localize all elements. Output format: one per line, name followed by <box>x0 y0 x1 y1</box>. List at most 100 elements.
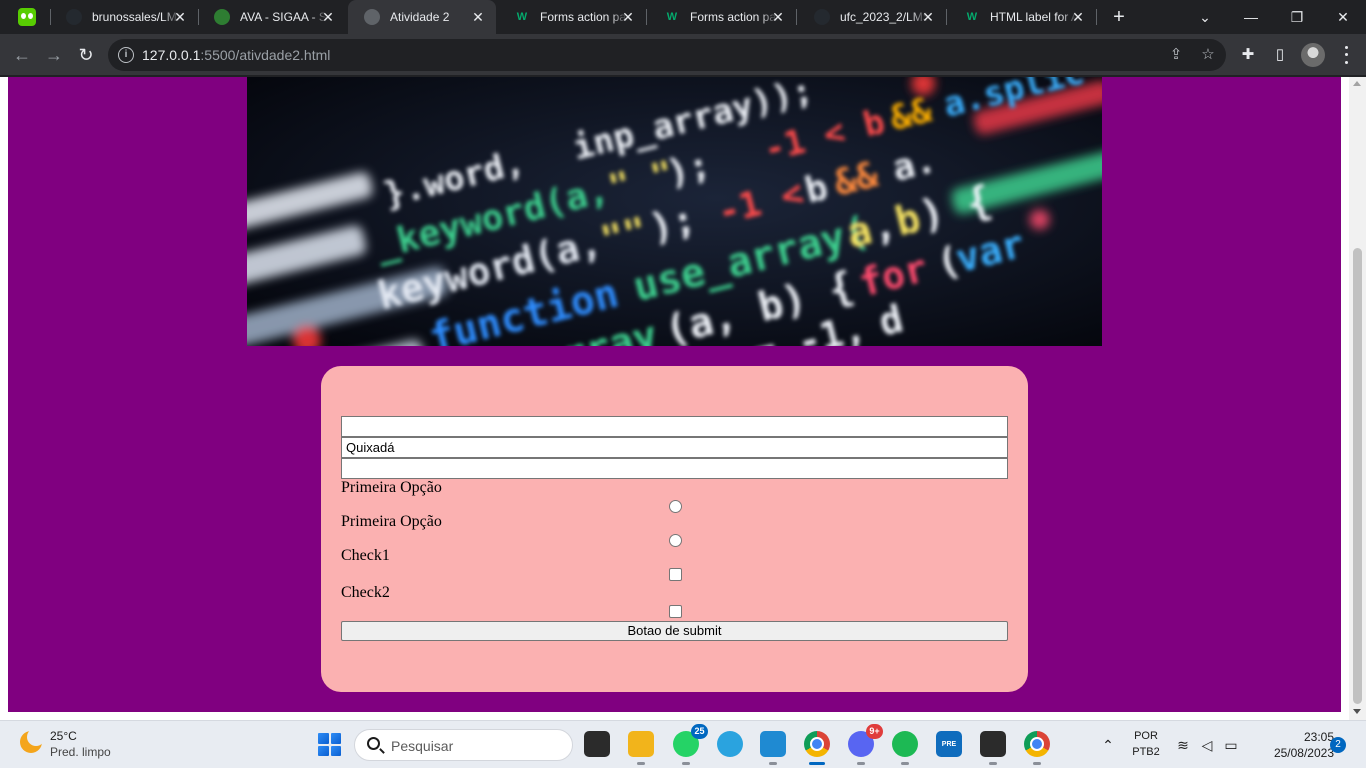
vscode-icon[interactable] <box>760 731 786 765</box>
github-icon <box>66 9 82 25</box>
submit-button[interactable]: Botao de submit <box>341 621 1008 641</box>
site-info-icon[interactable]: i <box>118 47 134 63</box>
check-1-label: Check1 <box>341 547 390 564</box>
radio-2-label: Primeira Opção <box>341 513 442 530</box>
chevron-up-icon[interactable]: ⌃ <box>1099 736 1117 754</box>
language-code[interactable]: POR <box>1128 730 1164 742</box>
close-icon[interactable]: ✕ <box>770 9 786 25</box>
checkbox-1[interactable] <box>669 568 682 581</box>
tab-github-lms[interactable]: brunossales/LMS ✕ <box>50 0 198 34</box>
extensions-puzzle-icon[interactable]: ✚ <box>1237 44 1259 66</box>
code-banner-image: }.word, inp_array)); _keyword(a, " " ); … <box>247 77 1102 346</box>
bookmark-star-icon[interactable]: ☆ <box>1198 45 1218 65</box>
terminal-icon[interactable] <box>980 731 1006 765</box>
address-bar[interactable]: i 127.0.0.1:5500/ativdade2.html ⇪ ☆ <box>108 39 1226 71</box>
tab-ava-sigaa[interactable]: AVA - SIGAA - Sis ✕ <box>198 0 346 34</box>
w3schools-icon: W <box>666 11 678 23</box>
tab-ufc-lms[interactable]: ufc_2023_2/LMS ✕ <box>798 0 946 34</box>
text-field-3[interactable] <box>341 458 1008 479</box>
profile-avatar[interactable] <box>1301 43 1325 67</box>
close-window-button[interactable]: ✕ <box>1320 0 1366 34</box>
taskbar-search-box[interactable]: Pesquisar <box>354 729 573 761</box>
tab-separator <box>796 9 797 25</box>
arrow-right-icon: → <box>45 45 63 65</box>
weather-moon-icon[interactable] <box>20 728 45 753</box>
close-icon[interactable]: ✕ <box>172 9 188 25</box>
tab-forms-action-2[interactable]: W Forms action para ✕ <box>648 0 796 34</box>
arrow-left-icon: ← <box>13 45 31 65</box>
search-placeholder: Pesquisar <box>391 738 454 754</box>
tab-title: Atividade 2 <box>390 10 450 24</box>
task-view-icon[interactable] <box>584 731 610 757</box>
weather-temperature[interactable]: 25°C <box>50 729 77 743</box>
start-button[interactable] <box>318 733 341 756</box>
sigaa-crest-icon <box>214 9 230 25</box>
discord-badge: 9+ <box>866 724 883 739</box>
spotify-icon[interactable] <box>892 731 918 765</box>
new-tab-button[interactable]: + <box>1108 6 1130 28</box>
restore-button[interactable]: ❐ <box>1274 0 1320 34</box>
tab-title: HTML label for At <box>990 10 1078 24</box>
forward-button[interactable]: → <box>42 43 66 67</box>
text-field-1[interactable] <box>341 416 1008 437</box>
chevron-down-icon: ⌄ <box>1199 8 1211 25</box>
keyboard-layout[interactable]: PTB2 <box>1128 746 1164 758</box>
volume-icon[interactable]: ◁ <box>1198 736 1216 754</box>
w3schools-icon: W <box>516 11 528 23</box>
whatsapp-icon[interactable]: 25 <box>673 724 708 765</box>
page-viewport: }.word, inp_array)); _keyword(a, " " ); … <box>0 77 1366 720</box>
discord-icon[interactable]: 9+ <box>848 724 883 765</box>
back-button[interactable]: ← <box>10 43 34 67</box>
close-icon[interactable]: ✕ <box>320 9 336 25</box>
tab-title: brunossales/LMS <box>92 10 180 24</box>
chrome-secondary-icon[interactable] <box>1024 731 1050 765</box>
close-icon[interactable]: ✕ <box>470 9 486 25</box>
page-scrollbar[interactable] <box>1349 77 1366 720</box>
close-icon: ✕ <box>1337 8 1349 25</box>
restore-icon: ❐ <box>1290 8 1304 25</box>
tab-title: AVA - SIGAA - Sis <box>240 10 328 24</box>
tab-title: ufc_2023_2/LMS <box>840 10 928 24</box>
outlook-preview-icon[interactable]: PRE <box>936 731 962 757</box>
scrollbar-thumb[interactable] <box>1353 248 1362 704</box>
telegram-icon[interactable] <box>717 731 743 757</box>
chrome-menu-button[interactable] <box>1342 44 1350 66</box>
radio-option-2[interactable] <box>669 534 682 547</box>
minimize-button[interactable]: — <box>1228 0 1274 34</box>
battery-icon[interactable]: ▭ <box>1222 736 1240 754</box>
reload-icon: ↻ <box>78 45 94 65</box>
reload-button[interactable]: ↻ <box>74 43 98 67</box>
code-banner-graphic: }.word, inp_array)); _keyword(a, " " ); … <box>247 77 1102 346</box>
side-panel-icon[interactable]: ▯ <box>1269 44 1291 66</box>
city-field[interactable] <box>341 437 1008 458</box>
tab-forms-action-1[interactable]: W Forms action para ✕ <box>498 0 646 34</box>
minimize-icon: — <box>1244 9 1258 25</box>
radio-option-1[interactable] <box>669 500 682 513</box>
scroll-up-arrow-icon[interactable] <box>1353 81 1361 86</box>
tab-title: Forms action para <box>690 10 778 24</box>
tab-separator <box>646 9 647 25</box>
wifi-icon[interactable]: ≋ <box>1174 736 1192 754</box>
share-icon[interactable]: ⇪ <box>1166 45 1186 65</box>
close-icon[interactable]: ✕ <box>620 9 636 25</box>
notification-count-badge[interactable]: 2 <box>1330 737 1346 753</box>
close-icon[interactable]: ✕ <box>920 9 936 25</box>
close-icon[interactable]: ✕ <box>1070 9 1086 25</box>
weather-description[interactable]: Pred. limpo <box>50 745 111 759</box>
url-path: :5500/ativdade2.html <box>200 47 331 63</box>
clock-date[interactable]: 25/08/2023 <box>1252 746 1334 760</box>
url-text[interactable]: 127.0.0.1:5500/ativdade2.html <box>142 47 330 63</box>
globe-icon <box>364 9 380 25</box>
tab-separator <box>1096 9 1097 25</box>
chrome-icon[interactable] <box>804 731 830 765</box>
file-explorer-icon[interactable] <box>628 731 654 765</box>
checkbox-2[interactable] <box>669 605 682 618</box>
tab-atividade-2[interactable]: Atividade 2 ✕ <box>348 0 496 34</box>
tab-html-label[interactable]: W HTML label for At ✕ <box>948 0 1096 34</box>
tab-separator <box>946 9 947 25</box>
tab-search-button[interactable]: ⌄ <box>1182 0 1228 34</box>
clock-time[interactable]: 23:05 <box>1284 730 1334 744</box>
scroll-down-arrow-icon[interactable] <box>1353 709 1361 714</box>
duolingo-pinned-tab-icon[interactable] <box>18 8 36 26</box>
windows-taskbar: 25°C Pred. limpo Pesquisar 25 9+ PRE ⌃ P… <box>0 720 1366 768</box>
